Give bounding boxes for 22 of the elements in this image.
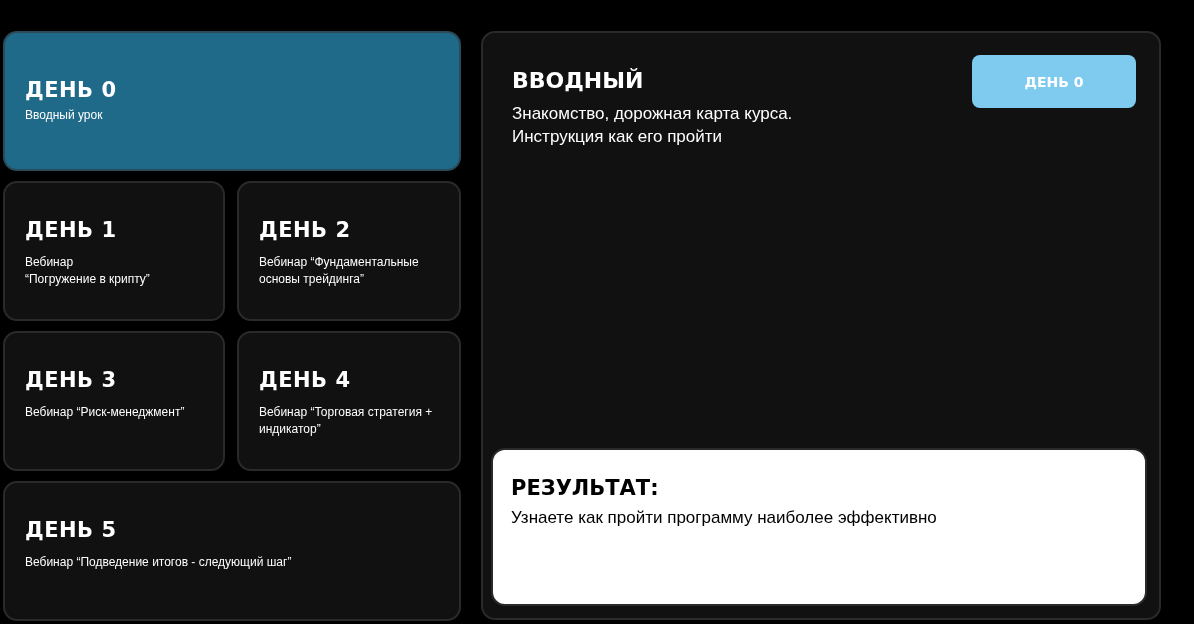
day-description: Вводный урок: [25, 107, 103, 124]
day-description: Вебинар “Подведение итогов - следующий шаг”: [25, 554, 292, 571]
day-description: Вебинар “Торговая стратегия + индикатор”: [259, 404, 433, 438]
day-title: ДЕНЬ 4: [259, 368, 351, 392]
day-title: ДЕНЬ 2: [259, 218, 351, 242]
day-card[interactable]: ДЕНЬ 5 Вебинар “Подведение итогов - следующий шаг”: [3, 481, 461, 621]
result-title: РЕЗУЛЬТАТ:: [511, 475, 660, 501]
day-title: ДЕНЬ 0: [25, 78, 117, 102]
day-card[interactable]: ДЕНЬ 3 Вебинар “Риск-менеджмент”: [3, 331, 225, 471]
day-description: Вебинар “Риск-менеджмент”: [25, 404, 185, 421]
day-title: ДЕНЬ 1: [25, 218, 117, 242]
lesson-title: ВВОДНЫЙ: [512, 68, 645, 94]
lesson-description: Знакомство, дорожная карта курса. Инструкция как его пройти: [512, 103, 793, 148]
day-card[interactable]: ДЕНЬ 4 Вебинар “Торговая стратегия + индикатор”: [237, 331, 461, 471]
day-title: ДЕНЬ 5: [25, 518, 117, 542]
day-description: Вебинар “Фундаментальные основы трейдинга”: [259, 254, 419, 288]
day-title: ДЕНЬ 3: [25, 368, 117, 392]
day-card[interactable]: ДЕНЬ 0 Вводный урок: [3, 31, 461, 171]
result-text: Узнаете как пройти программу наиболее эффективно: [511, 508, 938, 528]
day-card[interactable]: ДЕНЬ 2 Вебинар “Фундаментальные основы трейдинга”: [237, 181, 461, 321]
day-description: Вебинар “Погружение в крипту”: [25, 254, 150, 288]
day-card[interactable]: ДЕНЬ 1 Вебинар “Погружение в крипту”: [3, 181, 225, 321]
